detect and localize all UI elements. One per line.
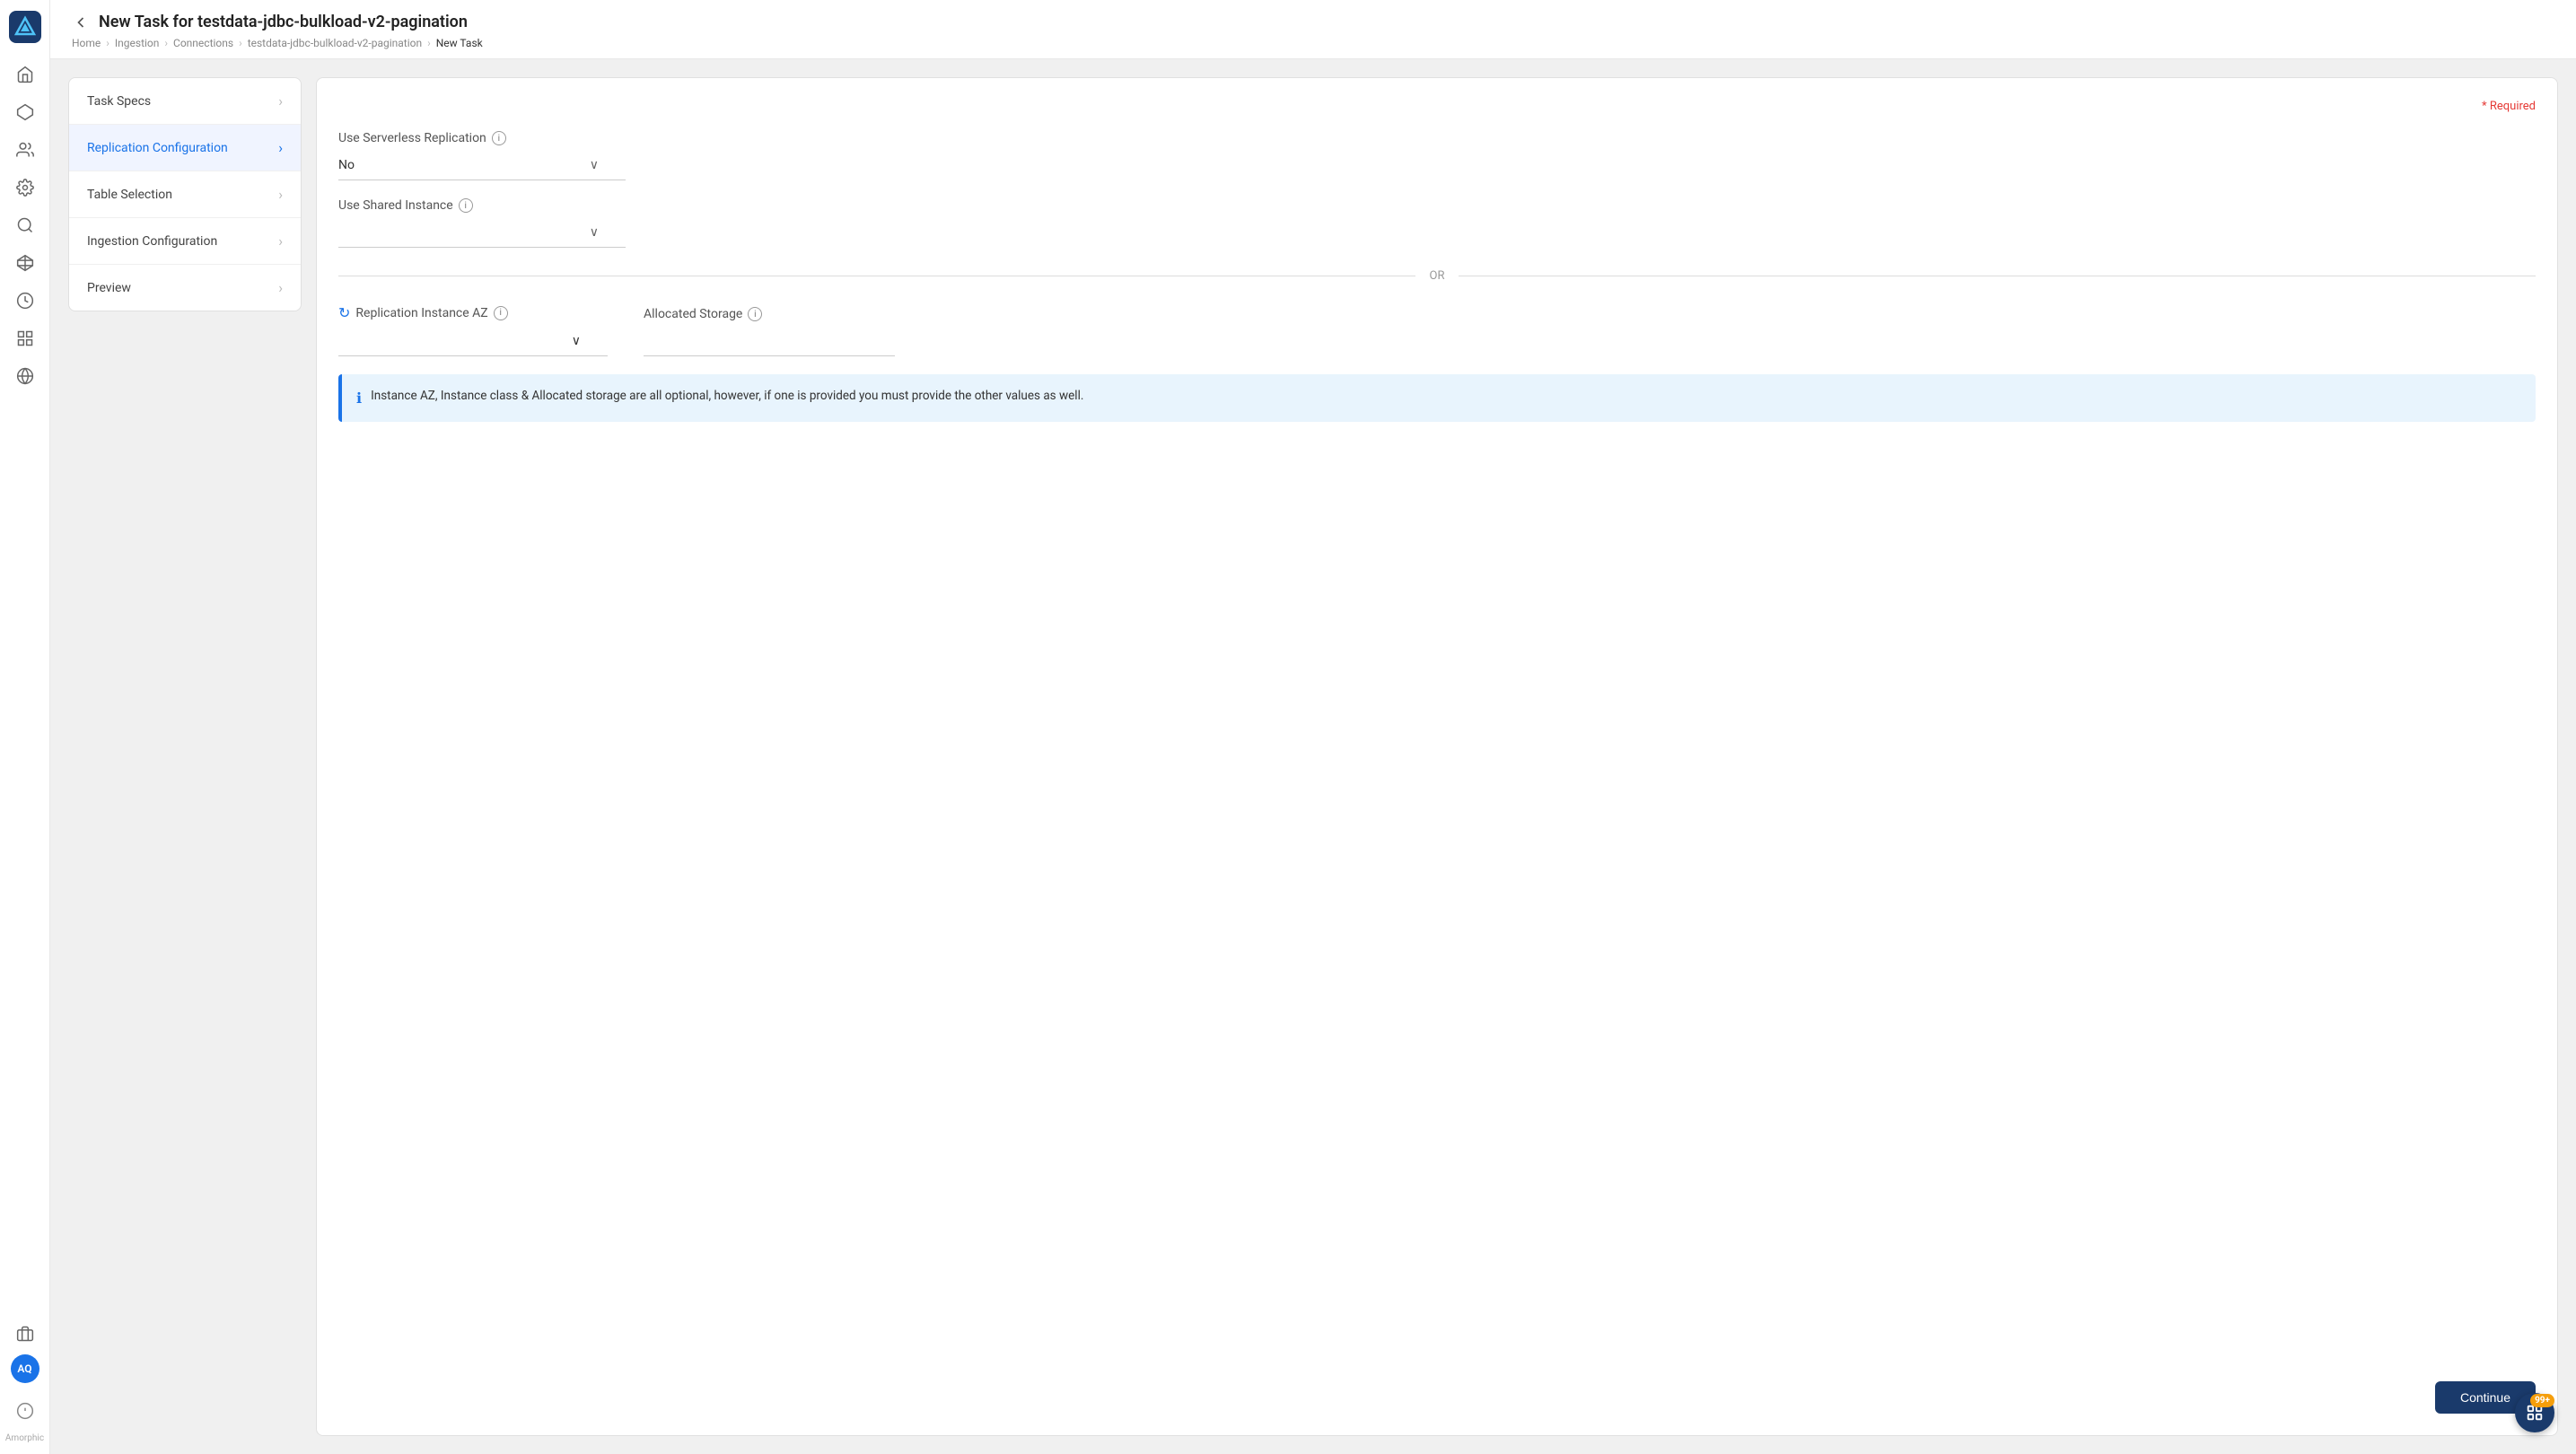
replication-az-label: Replication Instance AZ bbox=[355, 306, 487, 320]
chevron-icon: › bbox=[278, 232, 283, 250]
required-label: * Required bbox=[338, 100, 2536, 113]
shared-instance-select[interactable]: ∨ bbox=[338, 218, 626, 248]
allocated-storage-input[interactable] bbox=[644, 327, 895, 356]
sidebar-briefcase-icon[interactable] bbox=[8, 1317, 42, 1351]
brand-label: Amorphic bbox=[5, 1433, 44, 1443]
breadcrumb-connections[interactable]: Connections bbox=[173, 37, 233, 49]
sidebar-home-icon[interactable] bbox=[8, 57, 42, 92]
breadcrumb-current: New Task bbox=[436, 37, 483, 49]
chevron-down-icon: ∨ bbox=[590, 158, 599, 172]
info-icon[interactable] bbox=[8, 1394, 42, 1428]
breadcrumb: Home › Ingestion › Connections › testdat… bbox=[72, 37, 2554, 49]
chevron-icon: › bbox=[278, 186, 283, 203]
sidebar-group-icon[interactable] bbox=[8, 321, 42, 355]
breadcrumb-datasource[interactable]: testdata-jdbc-bulkload-v2-pagination bbox=[248, 37, 422, 49]
sidebar-users-icon[interactable] bbox=[8, 133, 42, 167]
serverless-replication-field: Use Serverless Replication i No ∨ bbox=[338, 131, 2536, 180]
left-nav: Task Specs › Replication Configuration ›… bbox=[68, 77, 302, 311]
nav-item-task-specs[interactable]: Task Specs › bbox=[69, 78, 301, 125]
chevron-down-icon: ∨ bbox=[590, 225, 599, 240]
replication-az-select[interactable]: ∨ bbox=[338, 327, 608, 356]
sidebar-network-icon[interactable] bbox=[8, 246, 42, 280]
serverless-value: No bbox=[338, 158, 355, 172]
notification-badge: 99+ bbox=[2530, 1394, 2554, 1407]
page-title: New Task for testdata-jdbc-bulkload-v2-p… bbox=[99, 13, 468, 31]
back-button[interactable] bbox=[72, 13, 90, 31]
or-divider: OR bbox=[338, 269, 2536, 283]
allocated-storage-field: Allocated Storage i bbox=[644, 307, 895, 356]
nav-item-table-selection[interactable]: Table Selection › bbox=[69, 171, 301, 218]
sidebar-settings-icon[interactable] bbox=[8, 171, 42, 205]
page-header: New Task for testdata-jdbc-bulkload-v2-p… bbox=[50, 0, 2576, 59]
page-body: Task Specs › Replication Configuration ›… bbox=[50, 59, 2576, 1454]
sidebar-pipeline-icon[interactable] bbox=[8, 95, 42, 129]
az-info-icon[interactable]: i bbox=[494, 306, 508, 320]
serverless-info-icon[interactable]: i bbox=[492, 131, 506, 145]
info-banner: ℹ Instance AZ, Instance class & Allocate… bbox=[338, 374, 2536, 422]
shared-instance-info-icon[interactable]: i bbox=[459, 198, 473, 213]
info-banner-icon: ℹ bbox=[356, 388, 362, 409]
main-content: New Task for testdata-jdbc-bulkload-v2-p… bbox=[50, 0, 2576, 1454]
nav-item-preview[interactable]: Preview › bbox=[69, 265, 301, 311]
chevron-icon: › bbox=[278, 92, 283, 109]
sidebar-clock-icon[interactable] bbox=[8, 284, 42, 318]
app-logo[interactable] bbox=[9, 11, 41, 43]
shared-instance-field: Use Shared Instance i ∨ bbox=[338, 198, 2536, 248]
nav-item-replication-configuration[interactable]: Replication Configuration › bbox=[69, 125, 301, 171]
nav-item-ingestion-configuration[interactable]: Ingestion Configuration › bbox=[69, 218, 301, 265]
chevron-icon: › bbox=[278, 279, 283, 296]
breadcrumb-ingestion[interactable]: Ingestion bbox=[115, 37, 160, 49]
avatar[interactable]: AQ bbox=[11, 1354, 39, 1383]
storage-info-icon[interactable]: i bbox=[748, 307, 762, 321]
sidebar-globe-icon[interactable] bbox=[8, 359, 42, 393]
breadcrumb-home[interactable]: Home bbox=[72, 37, 101, 49]
chevron-down-icon: ∨ bbox=[572, 334, 581, 348]
info-banner-text: Instance AZ, Instance class & Allocated … bbox=[371, 387, 1083, 405]
sidebar: AQ Amorphic bbox=[0, 0, 50, 1454]
shared-instance-label: Use Shared Instance bbox=[338, 198, 453, 213]
panel-footer: Continue bbox=[338, 1367, 2536, 1414]
allocated-storage-label: Allocated Storage bbox=[644, 307, 742, 321]
instance-row: ↻ Replication Instance AZ i ∨ Allocated … bbox=[338, 304, 2536, 356]
serverless-replication-label: Use Serverless Replication bbox=[338, 131, 486, 145]
right-panel: * Required Use Serverless Replication i … bbox=[316, 77, 2558, 1436]
chevron-icon: › bbox=[278, 139, 283, 156]
sidebar-search-icon[interactable] bbox=[8, 208, 42, 242]
serverless-replication-select[interactable]: No ∨ bbox=[338, 151, 626, 180]
refresh-icon[interactable]: ↻ bbox=[338, 304, 350, 321]
replication-az-field: ↻ Replication Instance AZ i ∨ bbox=[338, 304, 608, 356]
